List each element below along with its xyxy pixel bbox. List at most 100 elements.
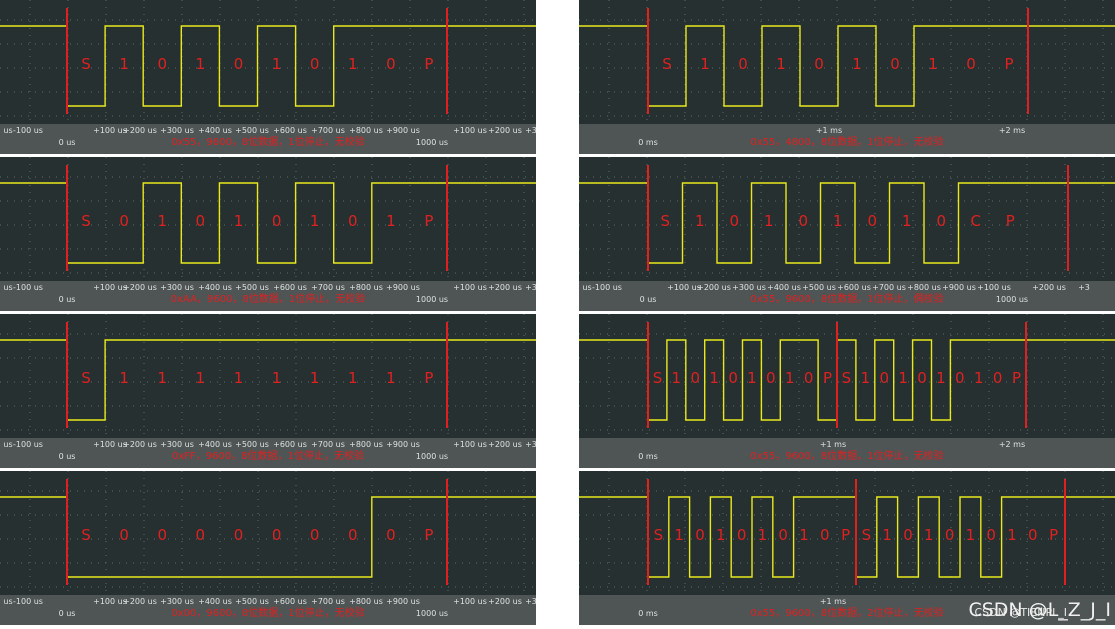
bit-label: 0: [196, 212, 206, 230]
bit-label: 0: [868, 212, 878, 230]
tick-label: +400 us: [198, 283, 232, 292]
bit-label: 1: [716, 526, 726, 544]
bit-label: 0: [799, 212, 809, 230]
panel-caption: 0x55，9600，8位数据，1位停止，无校验: [171, 135, 364, 148]
tick-label: +600 us: [273, 126, 307, 135]
end-label: 1000 us: [996, 295, 1028, 304]
tick-label: +500 us: [235, 283, 269, 292]
bit-label: 1: [386, 212, 396, 230]
tick-label: +200 us: [488, 597, 522, 606]
bit-label: 1: [936, 369, 946, 387]
bit-label: 1: [833, 212, 843, 230]
bit-label: 1: [310, 212, 320, 230]
tick-label: -100 us: [592, 283, 622, 292]
bit-label: 1: [695, 212, 705, 230]
tick-label: +1 ms: [820, 597, 846, 606]
bit-label: S: [661, 212, 671, 230]
bit-label: 0: [196, 526, 206, 544]
bit-label: 1: [852, 55, 862, 73]
tick-label: +100 us: [93, 597, 127, 606]
tick-label: us: [3, 126, 12, 135]
bit-label: S: [81, 526, 91, 544]
bit-label: P: [823, 369, 832, 387]
zero-label: 0 us: [640, 295, 657, 304]
bit-label: 1: [764, 212, 774, 230]
bit-label: 0: [234, 55, 244, 73]
panel-caption: 0xAA，9600，8位数据，1位停止，无校验: [171, 292, 365, 305]
bit-label: 1: [272, 55, 282, 73]
bit-label: 0: [730, 212, 740, 230]
tick-label: us: [582, 283, 591, 292]
bit-label: 0: [993, 369, 1003, 387]
waveform-R3: S 1 0 1 0 1 0 1 0 P S 1 0 1 0 1 0 1 0 P+1 ms +2 ms0 ms 0x55，9…: [579, 314, 1115, 468]
zero-label: 0 ms: [638, 138, 658, 147]
tick-label: +800 us: [349, 440, 383, 449]
bit-label: P: [424, 369, 433, 387]
bit-label: S: [81, 369, 91, 387]
tick-label: +200 us: [697, 283, 731, 292]
bit-label: 0: [917, 369, 927, 387]
bit-label: 0: [890, 55, 900, 73]
tick-label: +100 us: [93, 440, 127, 449]
waveform-R2: S 1 0 1 0 1 0 1 0 C Pus -100 us +100 us+200 us +300 u…: [579, 157, 1115, 311]
bit-label: 0: [945, 526, 955, 544]
bit-label: 0: [348, 212, 358, 230]
tick-label: +700 us: [872, 283, 906, 292]
bit-label: 0: [738, 55, 748, 73]
bit-label: 0: [310, 526, 320, 544]
tick-label: +200 us: [488, 283, 522, 292]
bit-label: 0: [119, 212, 129, 230]
tick-label: +400 us: [198, 440, 232, 449]
tick-label: +900 us: [386, 283, 420, 292]
bit-label: 1: [386, 369, 396, 387]
bit-label: 0: [880, 369, 890, 387]
panel-R3: S 1 0 1 0 1 0 1 0 P S 1 0 1 0 1 0 1 0 P +1 ms +2 ms 0 ms 0x55，9…: [579, 314, 1115, 472]
watermark: CSDN @L_Z_J_I: [968, 599, 1111, 621]
tick-label: us: [3, 597, 12, 606]
tick-label: +700 us: [311, 597, 345, 606]
bit-label: 1: [272, 369, 282, 387]
bit-label: P: [1012, 369, 1021, 387]
tick-label: +600 us: [273, 597, 307, 606]
bit-label: S: [81, 55, 91, 73]
bit-label: 0: [728, 369, 738, 387]
bit-label: 1: [234, 369, 244, 387]
bit-label: 1: [861, 369, 871, 387]
tick-label: +3: [525, 440, 536, 449]
panel-caption: 0x55，9600，8位数据，1位停止，无校验: [750, 449, 943, 462]
bit-label: 1: [348, 369, 358, 387]
panel-caption: 0x55，4800，8位数据，1位停止，无校验: [750, 135, 943, 148]
tick-label: -100 us: [13, 283, 43, 292]
tick-label: +800 us: [907, 283, 941, 292]
tick-label: us: [3, 283, 12, 292]
tick-label: +700 us: [311, 283, 345, 292]
tick-label: +100 us: [453, 283, 487, 292]
tick-label: +700 us: [311, 126, 345, 135]
tick-label: +800 us: [349, 283, 383, 292]
tick-label: +3: [1078, 283, 1090, 292]
tick-label: +200 us: [488, 126, 522, 135]
panel-L1: S 1 0 1 0 1 0 1 0 Pus -100 us +100 us +200 us +300 us…: [0, 0, 536, 158]
zero-label: 0 us: [59, 452, 76, 461]
bit-label: 1: [709, 369, 719, 387]
bit-label: 1: [974, 369, 984, 387]
bit-label: 1: [776, 55, 786, 73]
tick-label: +200 us: [488, 440, 522, 449]
bit-label: 1: [196, 55, 206, 73]
tick-label: +100 us: [453, 440, 487, 449]
tick-label: +1 ms: [820, 440, 846, 449]
panel-L2: S 0 1 0 1 0 1 0 1 Pus -100 us +100 us +200 us +300 us…: [0, 157, 536, 315]
zero-label: 0 ms: [638, 452, 658, 461]
tick-label: +500 us: [235, 126, 269, 135]
bit-label: 0: [903, 526, 913, 544]
tick-label: +100 us: [93, 126, 127, 135]
bit-label: 0: [691, 369, 701, 387]
bit-label: P: [1006, 212, 1015, 230]
bit-label: 1: [672, 369, 682, 387]
bit-label: 0: [778, 526, 788, 544]
bit-label: 1: [898, 369, 908, 387]
bit-label: 1: [902, 212, 912, 230]
bit-label: 1: [196, 369, 206, 387]
panel-R2: S 1 0 1 0 1 0 1 0 C Pus -100 us +100 us +200 us +300 u…: [579, 157, 1115, 315]
tick-label: +600 us: [837, 283, 871, 292]
